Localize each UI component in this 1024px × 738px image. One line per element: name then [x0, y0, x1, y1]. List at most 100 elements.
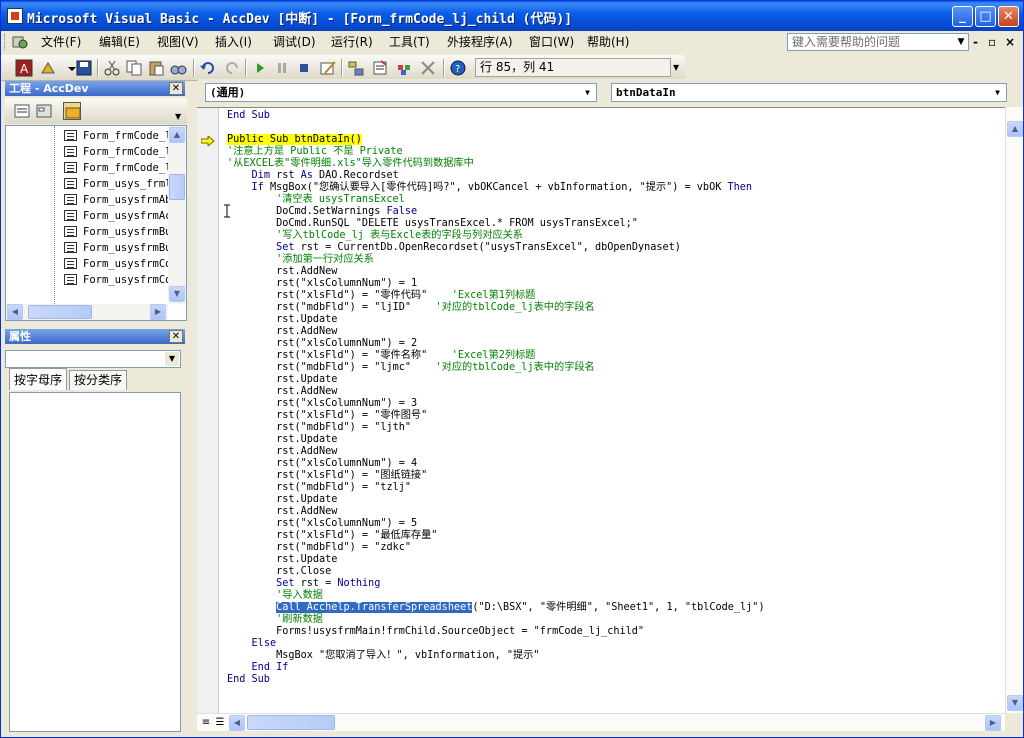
scroll-left-icon[interactable]: ◀	[7, 304, 23, 320]
project-tree[interactable]: Form_frmCode_l Form_frmCode_l Form_frmCo…	[5, 125, 187, 321]
menubar-grip[interactable]	[4, 34, 7, 50]
tree-item[interactable]: Form_usysfrmAb	[64, 193, 172, 208]
break-icon[interactable]	[273, 59, 291, 77]
maximize-button[interactable]: □	[975, 6, 996, 27]
menu-view[interactable]: 视图(V)	[157, 34, 199, 50]
object-browser-icon[interactable]	[395, 59, 413, 77]
vba-app-icon[interactable]	[7, 8, 23, 24]
help-icon[interactable]: ?	[449, 59, 467, 77]
scroll-down-icon[interactable]: ▼	[1007, 695, 1023, 711]
mdi-close-button[interactable]: ×	[1005, 35, 1015, 49]
code-token: rst =	[294, 578, 338, 589]
close-project-panel-icon[interactable]: ✕	[169, 82, 183, 95]
code-vscrollbar[interactable]: ▲ ▼	[1005, 107, 1023, 713]
scroll-thumb[interactable]	[169, 174, 185, 200]
mdi-minimize-button[interactable]: -	[973, 35, 978, 49]
chevron-down-icon[interactable]: ▼	[175, 112, 181, 121]
paste-icon[interactable]	[147, 59, 165, 77]
view-object-icon[interactable]	[35, 102, 53, 120]
margin-indicator-bar[interactable]	[197, 108, 219, 713]
scroll-left-icon[interactable]: ◀	[229, 715, 245, 731]
tree-item[interactable]: Form_usysfrmBu	[64, 241, 172, 256]
tree-item[interactable]: Form_usysfrmCo	[64, 257, 172, 272]
scroll-down-icon[interactable]: ▼	[169, 286, 185, 302]
chevron-down-icon[interactable]: ▼	[580, 85, 595, 100]
access-view-icon[interactable]: A	[15, 59, 33, 77]
toolbar-options-icon[interactable]: ▼	[673, 63, 679, 72]
menu-tools[interactable]: 工具(T)	[389, 34, 430, 50]
code-token: rst("xlsFld") = "图纸链接"	[227, 470, 428, 481]
close-properties-panel-icon[interactable]: ✕	[169, 330, 183, 343]
reset-icon[interactable]	[295, 59, 313, 77]
code-token: rst("mdbFld") = "ljth"	[227, 422, 412, 433]
properties-window-icon[interactable]	[371, 59, 389, 77]
menu-addins[interactable]: 外接程序(A)	[447, 34, 513, 50]
help-search-input[interactable]: 键入需要帮助的问题 ▼	[787, 33, 969, 51]
project-tree-vscrollbar[interactable]: ▲ ▼	[168, 126, 186, 304]
find-icon[interactable]	[169, 59, 187, 77]
tab-alphabetic[interactable]: 按字母序	[9, 368, 68, 390]
tree-item[interactable]: Form_usys_frml	[64, 177, 172, 192]
object-combo[interactable]: (通用) ▼	[205, 83, 597, 102]
code-token: rst.AddNew	[227, 266, 338, 277]
properties-grid[interactable]	[9, 392, 181, 732]
scroll-right-icon[interactable]: ▶	[150, 304, 166, 320]
code-token: rst.Update	[227, 554, 338, 565]
form-module-icon	[64, 146, 77, 157]
copy-icon[interactable]	[125, 59, 143, 77]
vba-menu-icon[interactable]	[11, 34, 29, 50]
redo-icon[interactable]	[223, 59, 241, 77]
minimize-button[interactable]: _	[952, 6, 973, 27]
procedure-combo[interactable]: btnDataIn ▼	[611, 83, 1007, 102]
code-editor[interactable]: End Sub Public Sub btnDataIn() '注意上方是 Publ…	[197, 107, 1005, 713]
project-explorer-icon[interactable]	[347, 59, 365, 77]
code-line: '导入数据	[227, 590, 765, 602]
scroll-up-icon[interactable]: ▲	[169, 127, 185, 143]
tree-item[interactable]: Form_usysfrmAc	[64, 209, 172, 224]
code-line: End If	[227, 662, 765, 674]
scroll-thumb[interactable]	[247, 715, 335, 730]
design-mode-icon[interactable]	[319, 59, 337, 77]
procedure-view-icon[interactable]: ≡	[199, 716, 213, 730]
menu-window[interactable]: 窗口(W)	[529, 34, 574, 50]
code-token: '对应的tblCode_lj表中的字段名	[435, 302, 595, 313]
object-selector-dropdown[interactable]: ▼	[5, 350, 181, 368]
tree-item[interactable]: Form_frmCode_l	[64, 129, 172, 144]
title-bar[interactable]: Microsoft Visual Basic - AccDev [中断] - […	[1, 1, 1023, 31]
menu-debug[interactable]: 调试(D)	[273, 34, 316, 50]
close-window-button[interactable]: ✕	[998, 6, 1019, 27]
chevron-down-icon[interactable]: ▼	[990, 85, 1005, 100]
tree-item[interactable]: Form_frmCode_l	[64, 145, 172, 160]
form-module-icon	[64, 258, 77, 269]
cut-icon[interactable]	[103, 59, 121, 77]
code-token: '从EXCEL表"零件明细.xls"导入零件代码到数据库中	[227, 158, 474, 169]
scroll-up-icon[interactable]: ▲	[1007, 121, 1023, 137]
tree-item[interactable]: Form_usysfrmCo	[64, 273, 172, 288]
code-line: rst.Update	[227, 374, 765, 386]
mdi-restore-button[interactable]: ▫	[988, 35, 996, 49]
undo-icon[interactable]	[199, 59, 217, 77]
code-hscrollbar[interactable]: ≡ ☰ ◀ ▶	[197, 713, 1005, 731]
tree-item[interactable]: Form_frmCode_l	[64, 161, 172, 176]
menu-insert[interactable]: 插入(I)	[215, 34, 252, 50]
toolbox-icon[interactable]	[419, 59, 437, 77]
full-module-view-icon[interactable]: ☰	[213, 716, 227, 730]
scroll-right-icon[interactable]: ▶	[985, 715, 1001, 731]
code-line: Else	[227, 638, 765, 650]
menu-file[interactable]: 文件(F)	[41, 34, 81, 50]
tab-categorized[interactable]: 按分类序	[69, 370, 128, 390]
insert-module-icon[interactable]	[39, 59, 57, 77]
tree-item[interactable]: Form_usysfrmBu	[64, 225, 172, 240]
view-code-icon[interactable]	[13, 102, 31, 120]
chevron-down-icon[interactable]: ▼	[165, 352, 179, 366]
toolbar-separator	[341, 59, 343, 77]
run-icon[interactable]	[251, 59, 269, 77]
save-icon[interactable]	[75, 59, 93, 77]
menu-run[interactable]: 运行(R)	[331, 34, 373, 50]
menu-edit[interactable]: 编辑(E)	[99, 34, 140, 50]
menu-help[interactable]: 帮助(H)	[587, 34, 629, 50]
project-tree-hscrollbar[interactable]: ◀ ▶	[6, 304, 168, 320]
chevron-down-icon[interactable]: ▼	[954, 34, 968, 50]
scroll-thumb[interactable]	[28, 305, 92, 319]
toggle-folders-icon[interactable]	[63, 102, 81, 120]
